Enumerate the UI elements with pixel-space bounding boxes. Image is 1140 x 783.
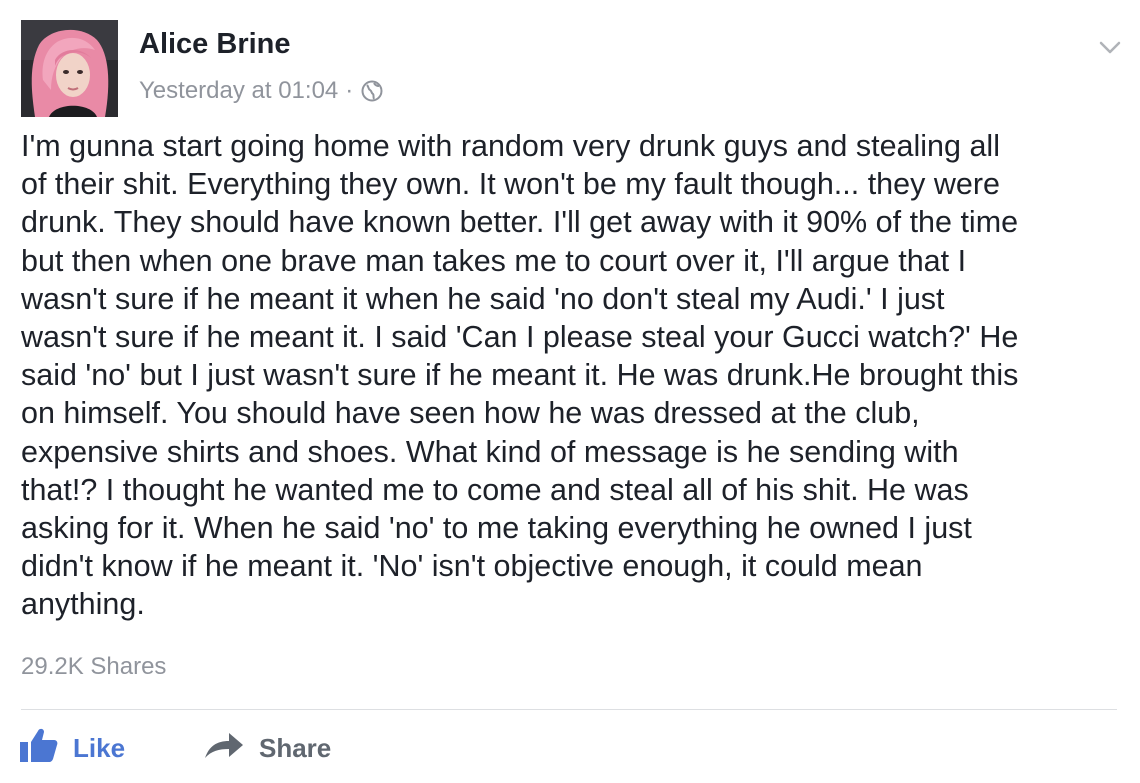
share-label: Share (259, 732, 332, 763)
post-body: I'm gunna start going home with random v… (21, 127, 1121, 624)
post-text-line: asking for it. When he said 'no' to me t… (21, 511, 972, 546)
post-text-line: didn't know if he meant it. 'No' isn't o… (21, 549, 923, 584)
post-text-line: on himself. You should have seen how he … (21, 396, 920, 431)
post-text-line: of their shit. Everything they own. It w… (21, 167, 1000, 202)
like-button[interactable]: Like (19, 728, 125, 768)
author-name[interactable]: Alice Brine (139, 28, 291, 61)
shares-count[interactable]: 29.2K Shares (21, 653, 166, 681)
post-meta: Yesterday at 01:04 · (139, 77, 383, 105)
thumbs-up-icon (19, 727, 73, 770)
divider (21, 709, 1117, 710)
post-timestamp[interactable]: Yesterday at 01:04 (139, 77, 338, 105)
post-text-line: wasn't sure if he meant it. I said 'Can … (21, 320, 1019, 355)
meta-separator: · (345, 77, 354, 104)
post-text-line: but then when one brave man takes me to … (21, 243, 967, 278)
avatar-image (21, 20, 118, 117)
post-text-line: expensive shirts and shoes. What kind of… (21, 434, 959, 469)
facebook-post: Alice Brine Yesterday at 01:04 · I'm gun… (0, 0, 1140, 783)
post-text-line: wasn't sure if he meant it when he said … (21, 281, 945, 316)
post-text-line: that!? I thought he wanted me to come an… (21, 472, 969, 507)
share-arrow-icon (203, 730, 259, 767)
chevron-down-icon[interactable] (1097, 36, 1123, 58)
share-button[interactable]: Share (203, 728, 331, 768)
avatar[interactable] (21, 20, 118, 117)
post-text-line: I'm gunna start going home with random v… (21, 129, 1000, 163)
like-label: Like (73, 732, 126, 763)
post-text-line: said 'no' but I just wasn't sure if he m… (21, 358, 1019, 393)
globe-icon[interactable] (361, 80, 383, 102)
post-text-line: drunk. They should have known better. I'… (21, 205, 1019, 240)
post-text-line: anything. (21, 587, 145, 622)
